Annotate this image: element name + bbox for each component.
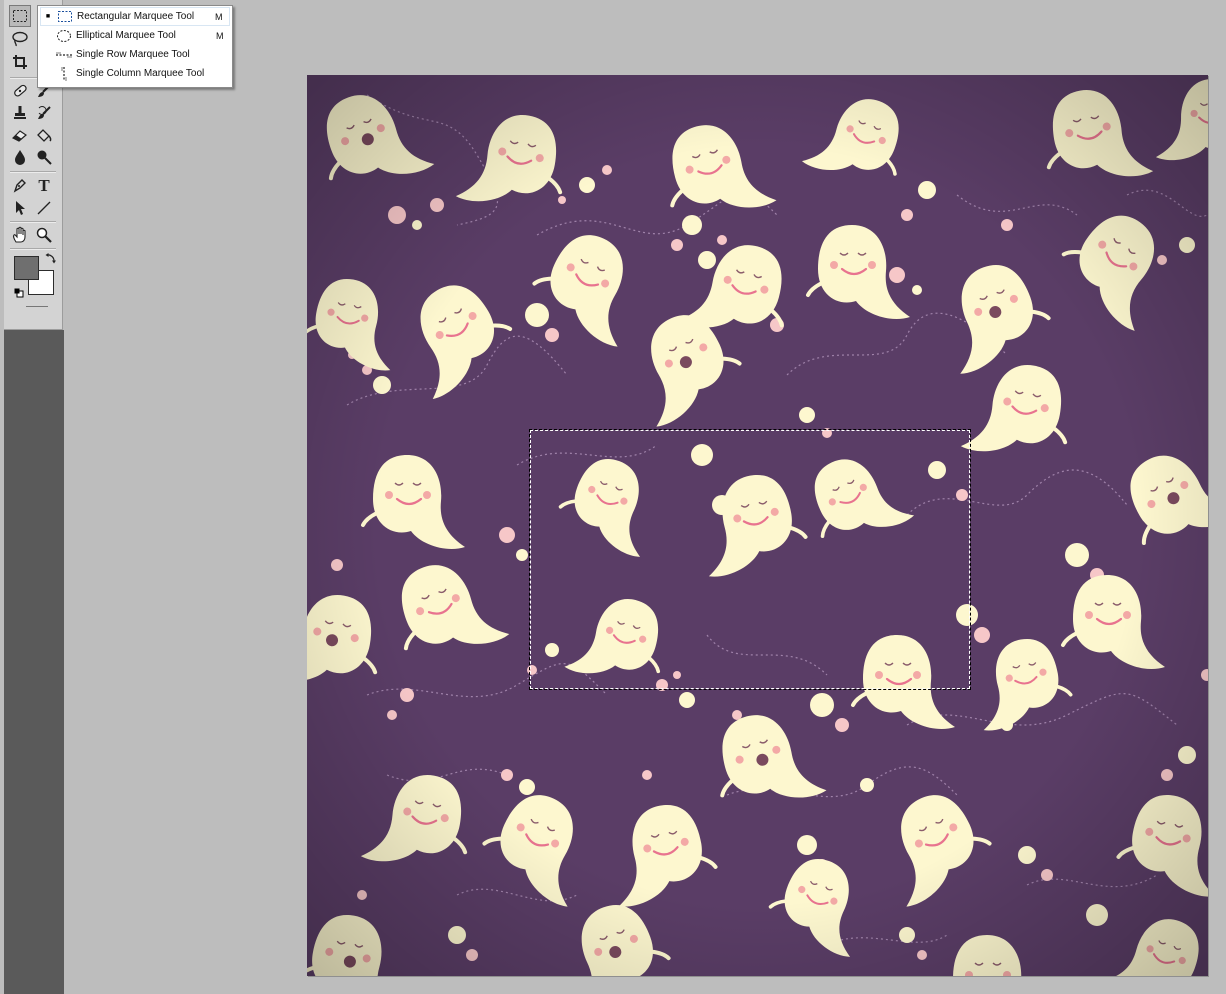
single-row-icon [54,47,74,63]
ellipse-marquee-icon [54,28,74,44]
eraser-icon [11,127,29,143]
hand-tool[interactable] [9,224,31,246]
marquee-tool-flyout-menu: ■ Rectangular Marquee Tool M Elliptical … [37,5,233,88]
paint-bucket-tool[interactable] [33,124,55,146]
dodge-icon [36,149,52,165]
zoom-icon [36,227,52,243]
arrow-icon [13,200,27,216]
ghost-pattern-artwork [307,75,1208,976]
bandage-icon [11,83,29,99]
swap-colors-icon[interactable] [45,251,57,264]
default-colors-icon[interactable] [14,285,24,298]
menu-item-rectangular-marquee[interactable]: ■ Rectangular Marquee Tool M [40,7,230,26]
quick-mask-divider [26,306,48,307]
path-selection-tool[interactable] [9,197,31,219]
lasso-icon [11,31,29,47]
menu-item-label: Elliptical Marquee Tool [76,30,176,41]
hand-icon [11,226,29,244]
selected-bullet-icon: ■ [45,13,51,20]
drop-icon [13,149,27,165]
marquee-icon [12,9,28,23]
lasso-tool[interactable] [9,28,31,50]
crop-tool[interactable] [9,51,31,73]
foreground-color-swatch[interactable] [14,256,39,280]
rectangular-marquee-tool[interactable] [9,5,31,27]
menu-item-elliptical-marquee[interactable]: Elliptical Marquee Tool M [40,26,230,45]
zoom-tool[interactable] [33,224,55,246]
menu-item-shortcut: M [215,11,223,22]
menu-item-single-column-marquee[interactable]: Single Column Marquee Tool [40,64,230,83]
healing-brush-tool[interactable] [9,80,31,102]
rect-marquee-icon [55,9,75,25]
pen-icon [12,177,28,193]
stamp-icon [12,105,28,121]
type-tool[interactable]: T [33,174,55,196]
dodge-tool[interactable] [33,146,55,168]
menu-item-label: Single Column Marquee Tool [76,68,205,79]
line-icon [36,200,52,216]
menu-item-single-row-marquee[interactable]: Single Row Marquee Tool [40,45,230,64]
single-column-icon [54,66,74,82]
photoshop-window: T ■ Rectangular Marquee Tool M Elliptica… [0,0,1226,994]
menu-item-label: Rectangular Marquee Tool [77,11,195,22]
history-brush-icon [36,105,52,121]
menu-item-shortcut: M [216,30,224,41]
clone-stamp-tool[interactable] [9,102,31,124]
line-tool[interactable] [33,197,55,219]
history-brush-tool[interactable] [33,102,55,124]
blur-tool[interactable] [9,146,31,168]
type-icon: T [38,175,50,195]
menu-item-label: Single Row Marquee Tool [76,49,190,60]
document-canvas[interactable] [307,75,1208,976]
bucket-icon [35,127,53,143]
crop-icon [12,54,28,70]
pen-tool[interactable] [9,174,31,196]
panel-gutter [4,330,64,994]
eraser-tool[interactable] [9,124,31,146]
